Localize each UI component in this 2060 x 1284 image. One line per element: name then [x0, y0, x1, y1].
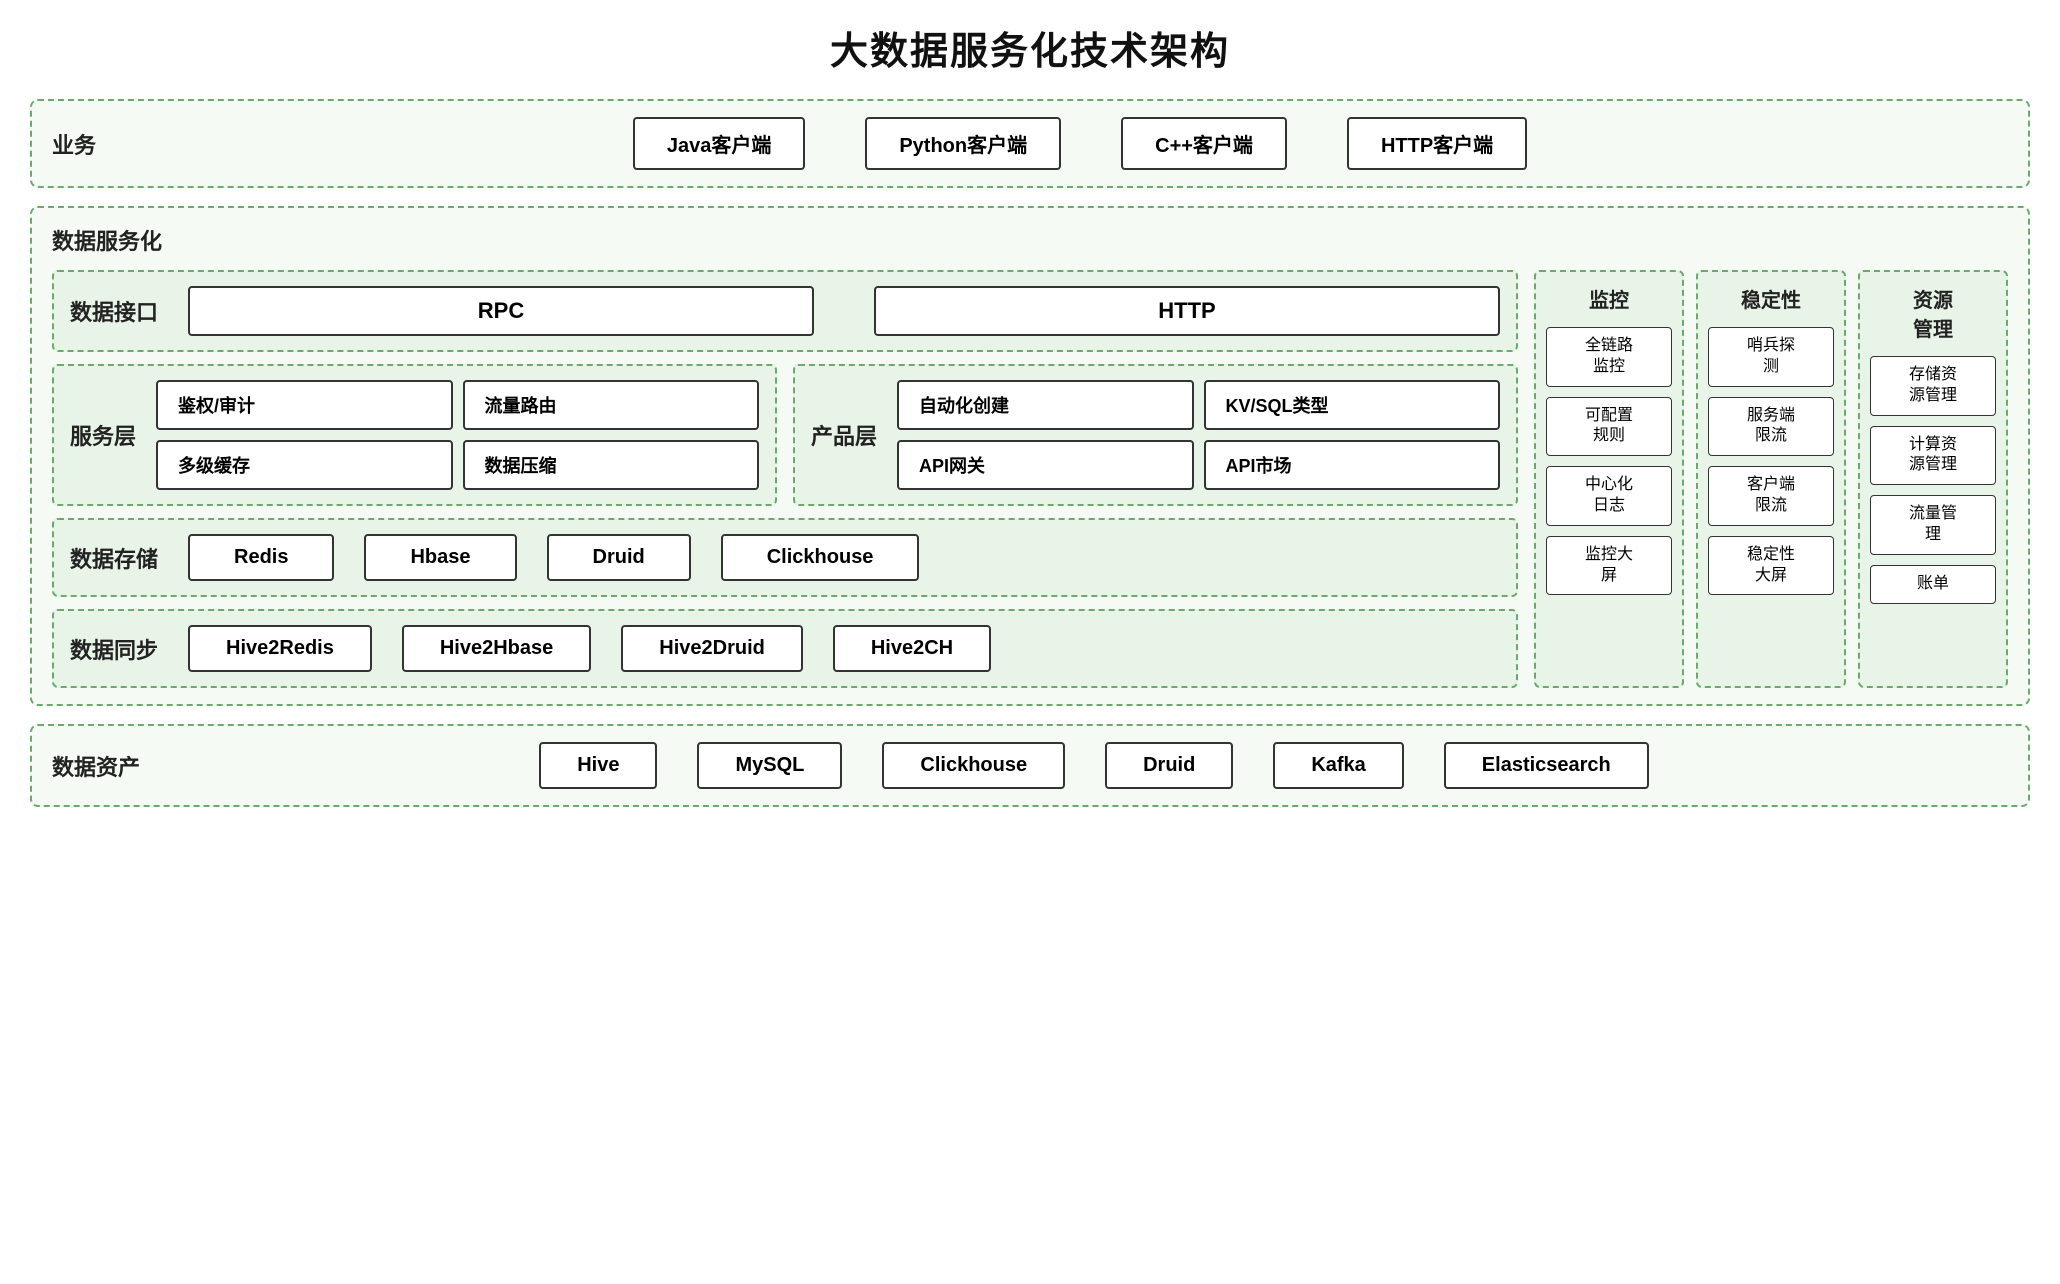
- storage-box: Druid: [547, 534, 691, 581]
- asset-box: Elasticsearch: [1444, 742, 1649, 789]
- resource-panel: 资源管理 存储资 源管理计算资 源管理流量管 理账单: [1858, 270, 2008, 688]
- interface-box: RPC: [188, 286, 814, 336]
- service-product-row: 服务层 鉴权/审计流量路由多级缓存数据压缩 产品层 自动化创建KV/SQL类型A…: [52, 364, 1518, 506]
- storage-box: Hbase: [364, 534, 516, 581]
- service-item: 数据压缩: [463, 440, 760, 490]
- sync-box: Hive2Druid: [621, 625, 803, 672]
- data-storage-section: 数据存储 Redis Hbase Druid Clickhouse: [52, 518, 1518, 597]
- data-interface-section: 数据接口 RPC HTTP: [52, 270, 1518, 352]
- asset-box: Druid: [1105, 742, 1233, 789]
- asset-box: Kafka: [1273, 742, 1403, 789]
- resource-title: 资源管理: [1913, 284, 1953, 342]
- data-service-label: 数据服务化: [52, 224, 2008, 256]
- product-layer-label: 产品层: [811, 419, 881, 451]
- monitor-item: 监控大 屏: [1546, 536, 1672, 596]
- sync-box: Hive2Redis: [188, 625, 372, 672]
- resource-item: 流量管 理: [1870, 495, 1996, 555]
- client-box: Java客户端: [633, 117, 806, 170]
- sync-box: Hive2Hbase: [402, 625, 591, 672]
- client-box: Python客户端: [865, 117, 1061, 170]
- right-panels: 监控 全链路 监控可配置 规则中心化 日志监控大 屏 稳定性 哨兵探 测服务端 …: [1534, 270, 2008, 688]
- resource-item: 存储资 源管理: [1870, 356, 1996, 416]
- service-item: 流量路由: [463, 380, 760, 430]
- asset-box: MySQL: [697, 742, 842, 789]
- business-section: 业务 Java客户端 Python客户端 C++客户端 HTTP客户端: [30, 99, 2030, 188]
- interface-boxes: RPC HTTP: [188, 286, 1500, 336]
- business-label: 业务: [52, 128, 112, 160]
- data-storage-label: 数据存储: [70, 542, 158, 574]
- storage-box: Clickhouse: [721, 534, 920, 581]
- service-item: 鉴权/审计: [156, 380, 453, 430]
- assets-boxes: Hive MySQL Clickhouse Druid Kafka Elasticsear…: [180, 742, 2008, 789]
- monitor-item: 全链路 监控: [1546, 327, 1672, 387]
- product-item: KV/SQL类型: [1204, 380, 1501, 430]
- product-layer-section: 产品层 自动化创建KV/SQL类型API网关API市场: [793, 364, 1518, 506]
- monitor-title: 监控: [1589, 284, 1629, 313]
- product-item: API市场: [1204, 440, 1501, 490]
- service-item: 多级缓存: [156, 440, 453, 490]
- stability-title: 稳定性: [1741, 284, 1801, 313]
- asset-box: Hive: [539, 742, 657, 789]
- client-box: C++客户端: [1121, 117, 1287, 170]
- product-grid: 自动化创建KV/SQL类型API网关API市场: [897, 380, 1500, 490]
- product-item: API网关: [897, 440, 1194, 490]
- resource-item: 计算资 源管理: [1870, 426, 1996, 486]
- stability-item: 服务端 限流: [1708, 397, 1834, 457]
- service-layer-label: 服务层: [70, 419, 140, 451]
- monitor-item: 可配置 规则: [1546, 397, 1672, 457]
- stability-panel: 稳定性 哨兵探 测服务端 限流客户端 限流稳定性 大屏: [1696, 270, 1846, 688]
- storage-box: Redis: [188, 534, 334, 581]
- client-box: HTTP客户端: [1347, 117, 1527, 170]
- storage-boxes: Redis Hbase Druid Clickhouse: [188, 534, 1500, 581]
- sync-boxes: Hive2Redis Hive2Hbase Hive2Druid Hive2CH: [188, 625, 1500, 672]
- monitor-panel: 监控 全链路 监控可配置 规则中心化 日志监控大 屏: [1534, 270, 1684, 688]
- client-boxes: Java客户端 Python客户端 C++客户端 HTTP客户端: [152, 117, 2008, 170]
- data-assets-section: 数据资产 Hive MySQL Clickhouse Druid Kafka Elasti…: [30, 724, 2030, 807]
- stability-item: 稳定性 大屏: [1708, 536, 1834, 596]
- monitor-item: 中心化 日志: [1546, 466, 1672, 526]
- page-title: 大数据服务化技术架构: [30, 20, 2030, 75]
- product-item: 自动化创建: [897, 380, 1194, 430]
- data-assets-label: 数据资产: [52, 750, 140, 782]
- data-sync-section: 数据同步 Hive2RedisHive2HbaseHive2DruidHive2…: [52, 609, 1518, 688]
- data-service-section: 数据服务化 数据接口 RPCHTTP 服务层 鉴权: [30, 206, 2030, 706]
- stability-item: 客户端 限流: [1708, 466, 1834, 526]
- service-layer-section: 服务层 鉴权/审计流量路由多级缓存数据压缩: [52, 364, 777, 506]
- left-main: 数据接口 RPCHTTP 服务层 鉴权/审计流量路由多级缓存数据压缩 产: [52, 270, 1518, 688]
- data-sync-label: 数据同步: [70, 633, 158, 665]
- asset-box: Clickhouse: [882, 742, 1065, 789]
- data-interface-label: 数据接口: [70, 295, 158, 327]
- sync-box: Hive2CH: [833, 625, 991, 672]
- stability-item: 哨兵探 测: [1708, 327, 1834, 387]
- interface-box: HTTP: [874, 286, 1500, 336]
- service-grid: 鉴权/审计流量路由多级缓存数据压缩: [156, 380, 759, 490]
- resource-item: 账单: [1870, 565, 1996, 604]
